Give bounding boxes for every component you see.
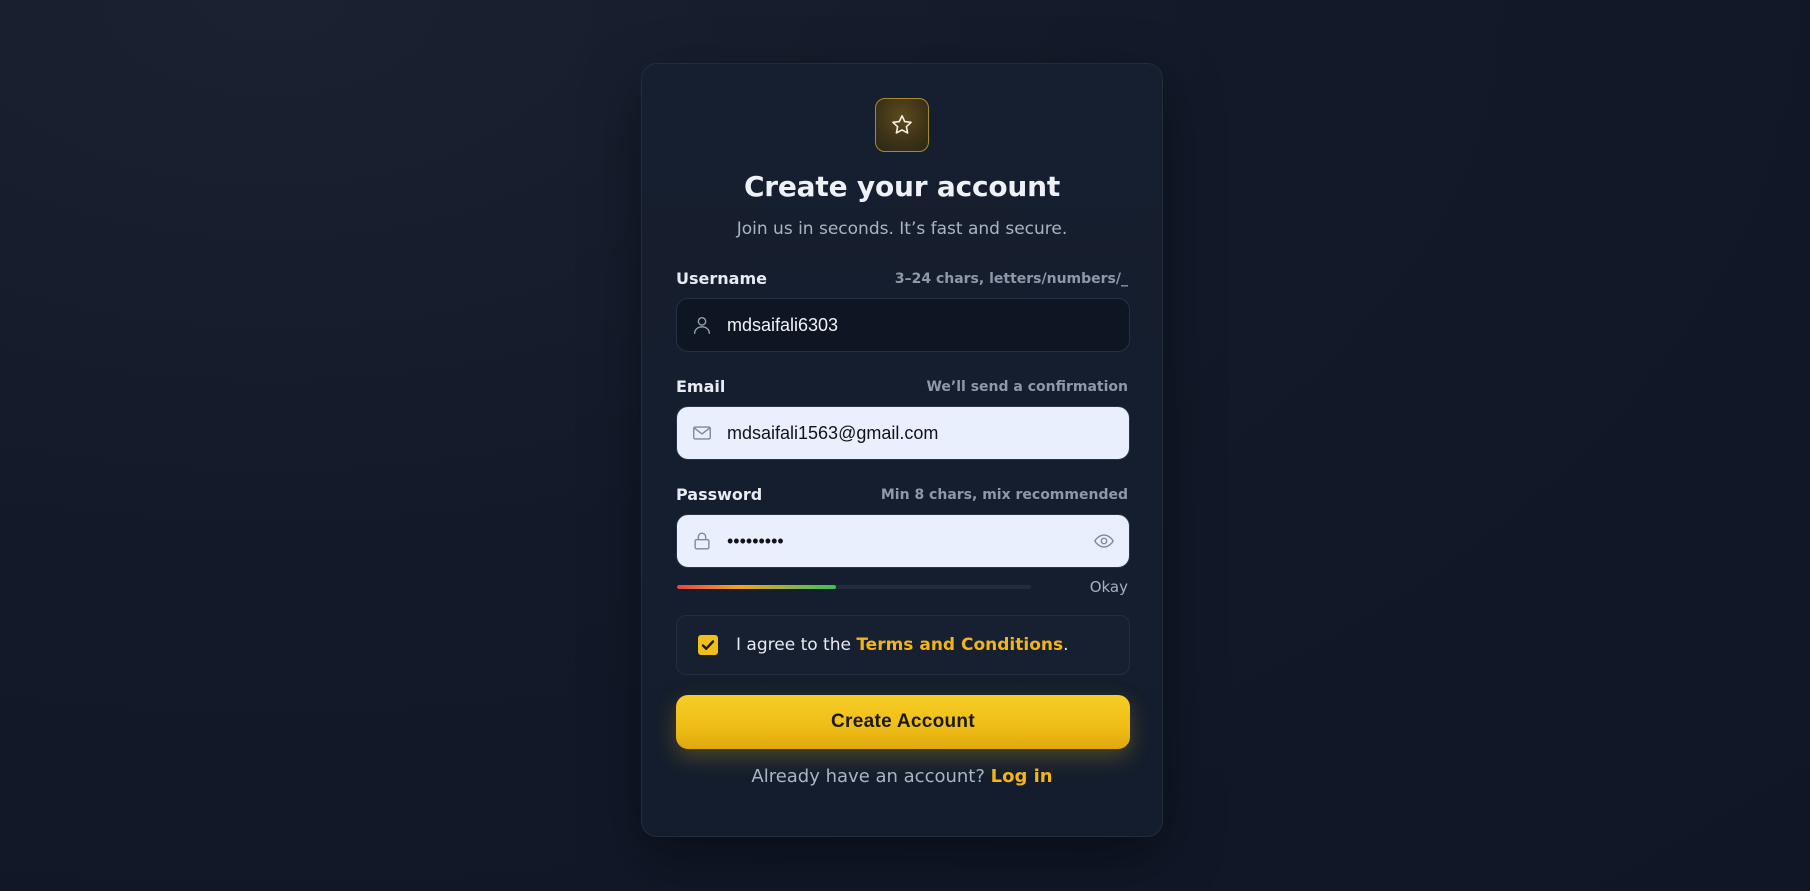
user-icon	[693, 316, 711, 334]
username-field[interactable]: mdsaifali6303	[676, 298, 1130, 352]
username-hint: 3–24 chars, letters/numbers/_	[894, 271, 1128, 287]
page-title: Create your account	[743, 170, 1061, 203]
mail-icon	[693, 426, 711, 440]
logo-badge	[875, 98, 929, 152]
terms-suffix: .	[1063, 635, 1069, 655]
login-prompt-text: Already have an account?	[751, 766, 991, 787]
email-field[interactable]: mdsaifali1563@gmail.com	[676, 406, 1130, 460]
email-input[interactable]: mdsaifali1563@gmail.com	[727, 407, 938, 459]
checkmark-icon	[701, 640, 715, 650]
terms-link[interactable]: Terms and Conditions	[856, 635, 1063, 655]
password-strength-label: Okay	[1089, 578, 1128, 596]
password-strength-meter	[677, 585, 1031, 589]
star-icon	[892, 115, 912, 134]
lock-icon	[694, 532, 710, 550]
terms-prefix: I agree to the	[736, 635, 857, 655]
create-account-button[interactable]: Create Account	[676, 695, 1130, 749]
password-hint: Min 8 chars, mix recommended	[880, 487, 1128, 503]
email-hint: We’ll send a confirmation	[926, 379, 1128, 395]
email-label: Email	[676, 377, 726, 396]
terms-checkbox[interactable]	[698, 635, 718, 655]
password-label: Password	[676, 485, 763, 504]
password-field[interactable]: •••••••••	[676, 514, 1130, 568]
eye-icon[interactable]	[1093, 530, 1115, 552]
page-subtitle: Join us in seconds. It’s fast and secure…	[736, 219, 1068, 239]
username-label: Username	[676, 269, 767, 288]
login-link[interactable]: Log in	[991, 766, 1053, 787]
username-input[interactable]: mdsaifali6303	[727, 299, 838, 351]
terms-text: I agree to the Terms and Conditions.	[736, 616, 1069, 674]
signup-card: Create your account Join us in seconds. …	[641, 63, 1163, 837]
login-prompt: Already have an account? Log in	[642, 766, 1162, 787]
password-strength-fill	[677, 585, 837, 589]
password-input[interactable]: •••••••••	[727, 515, 784, 567]
terms-agreement: I agree to the Terms and Conditions.	[676, 615, 1130, 675]
